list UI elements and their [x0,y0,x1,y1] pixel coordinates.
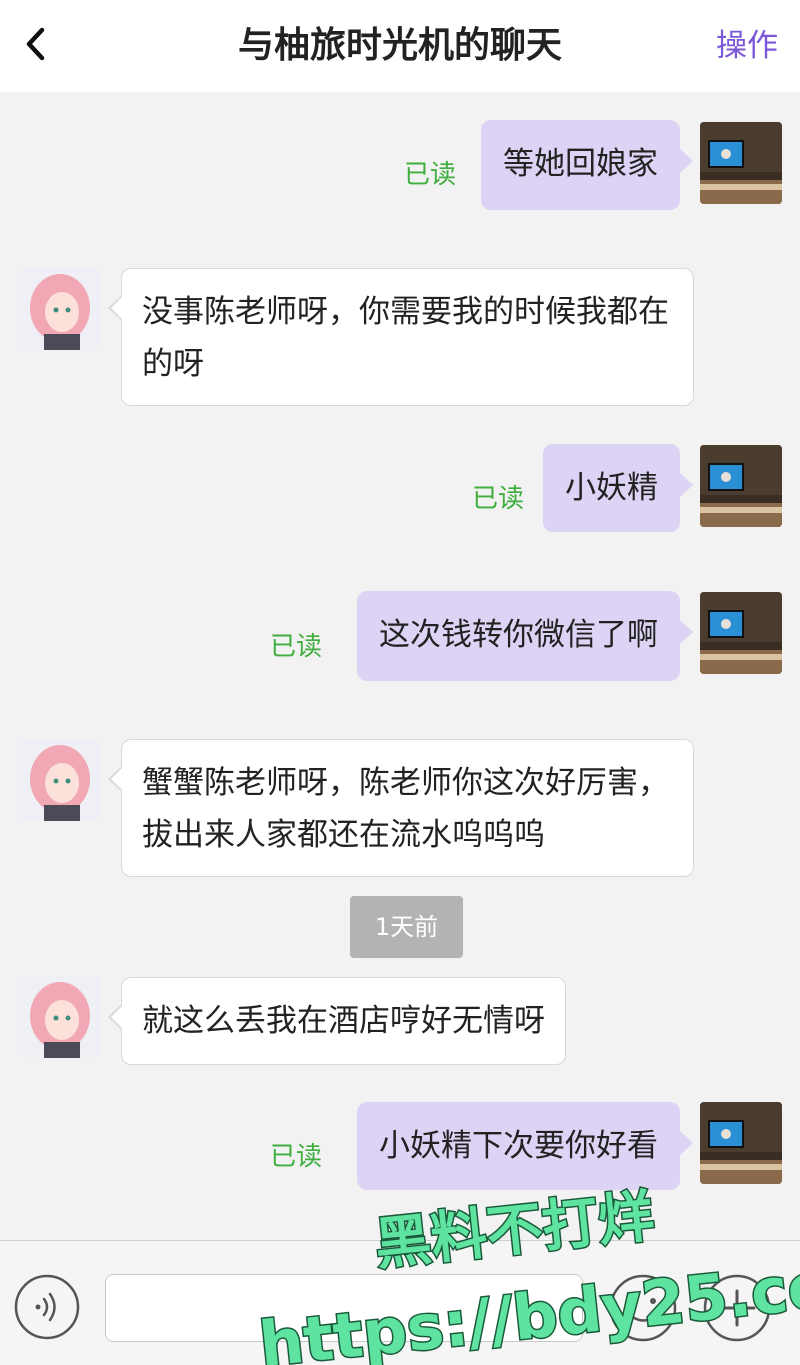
message-bubble-sent[interactable]: 小妖精下次要你好看 [357,1102,693,1190]
my-avatar[interactable] [700,1102,782,1184]
read-receipt: 已读 [270,1142,323,1172]
my-avatar[interactable] [700,592,782,674]
contact-avatar[interactable] [18,268,100,350]
voice-icon [14,1274,80,1340]
message-bubble-received[interactable]: 蟹蟹陈老师呀，陈老师你这次好厉害，拔出来人家都还在流水呜呜呜 [108,739,694,877]
message-bubble-received[interactable]: 就这么丢我在酒店哼好无情呀 [108,977,566,1065]
contact-avatar[interactable] [18,739,100,821]
message-bubble-sent[interactable]: 等她回娘家 [481,120,693,210]
time-divider: 1天前 [350,896,463,958]
anime-girl-avatar-icon [18,739,100,821]
my-avatar[interactable] [700,122,782,204]
message-bubble-sent[interactable]: 这次钱转你微信了啊 [357,591,693,681]
tv-room-photo-icon [700,1102,782,1184]
message-bubble-received[interactable]: 没事陈老师呀，你需要我的时候我都在的呀 [108,268,694,406]
emoji-icon [609,1274,677,1342]
anime-girl-avatar-icon [18,268,100,350]
chevron-left-icon [26,27,45,61]
tv-room-photo-icon [700,445,782,527]
back-button[interactable] [18,22,58,66]
plus-icon [703,1274,771,1342]
input-bar [0,1240,800,1365]
message-bubble-sent[interactable]: 小妖精 [543,444,693,532]
voice-button[interactable] [14,1274,80,1340]
page-title: 与柚旅时光机的聊天 [237,25,562,66]
actions-button[interactable]: 操作 [716,26,778,66]
read-receipt: 已读 [472,484,525,514]
tv-room-photo-icon [700,122,782,204]
emoji-button[interactable] [608,1273,678,1343]
chat-list[interactable]: 已读 等她回娘家 没事陈老师呀，你需要我的时候我都在的呀 已读 小妖精 已读 这… [0,92,800,1240]
read-receipt: 已读 [270,632,323,662]
tv-room-photo-icon [700,592,782,674]
nav-header: 与柚旅时光机的聊天 操作 [0,0,800,92]
message-input[interactable] [105,1274,583,1342]
read-receipt: 已读 [404,160,457,190]
more-button[interactable] [702,1273,772,1343]
my-avatar[interactable] [700,445,782,527]
anime-girl-avatar-icon [18,976,100,1058]
contact-avatar[interactable] [18,976,100,1058]
